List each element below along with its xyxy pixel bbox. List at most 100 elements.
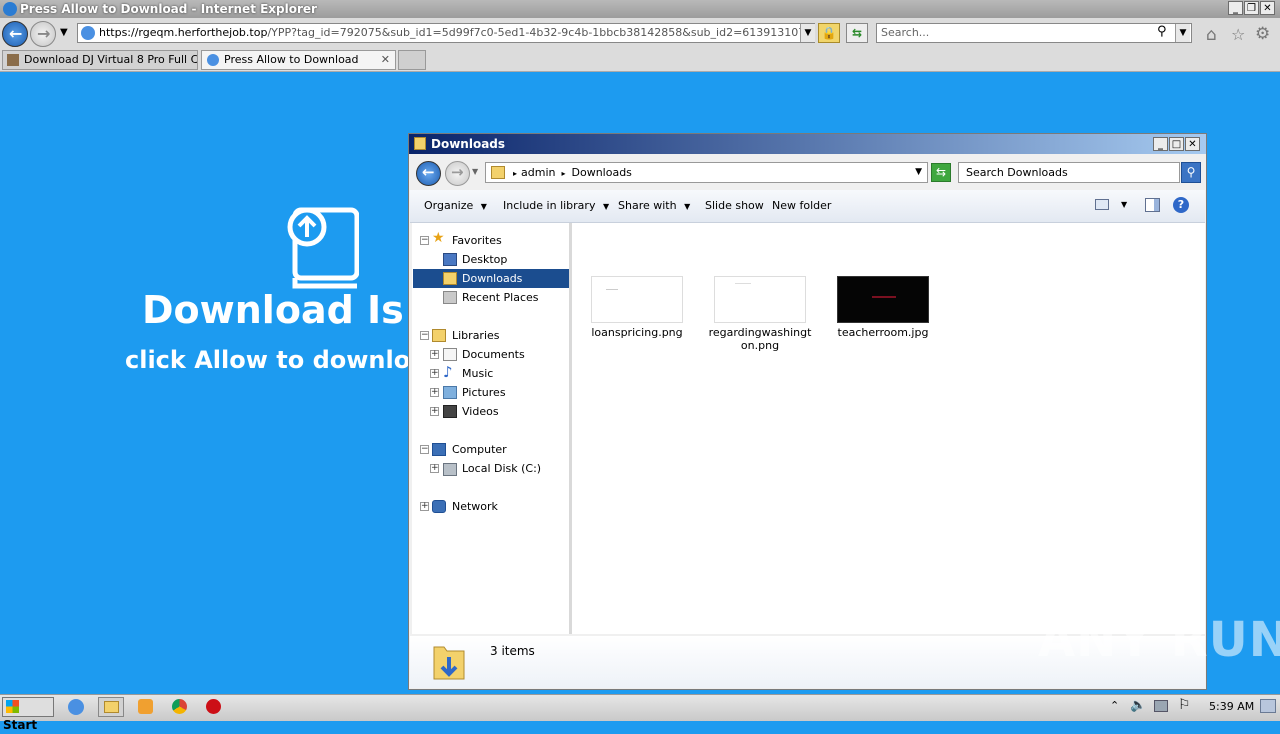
share-with-menu[interactable]: Share with ▼ [618,199,690,212]
change-view-icon[interactable] [1095,199,1109,210]
show-hidden-icons-button[interactable]: ⌃ [1110,699,1119,712]
expand-music-toggle[interactable]: + [430,369,439,378]
address-dropdown-icon[interactable]: ▼ [800,24,815,42]
explorer-window-title: Downloads [431,137,506,151]
tab-download-dj[interactable]: Download DJ Virtual 8 Pro Full C... [2,50,198,70]
network-tray-icon[interactable] [1154,700,1168,712]
libraries-icon [432,329,446,342]
nav-recent-places[interactable]: Recent Places [462,290,539,306]
file-name[interactable]: teacherroom.jpg [831,326,935,339]
collapse-libraries-toggle[interactable]: − [420,331,429,340]
tab-ie-icon [207,54,219,66]
downloads-folder-large-icon [432,641,466,681]
search-icon[interactable]: ⚲ [1157,24,1167,39]
help-icon[interactable]: ? [1173,197,1189,213]
slide-show-button[interactable]: Slide show [705,199,764,212]
restore-button[interactable]: ❐ [1244,1,1259,15]
taskbar-explorer-icon[interactable] [98,697,124,717]
file-thumbnail[interactable] [837,276,929,323]
explorer-address-bar[interactable]: ▸ admin ▸ Downloads ▼ [485,162,928,183]
file-thumbnail[interactable] [714,276,806,323]
nav-documents[interactable]: Documents [462,347,525,363]
taskbar-chrome-icon[interactable] [167,697,193,717]
explorer-search-placeholder: Search Downloads [966,166,1068,179]
view-options-dropdown-icon[interactable]: ▼ [1121,200,1127,209]
file-thumbnail[interactable] [591,276,683,323]
explorer-back-button[interactable]: ← [416,161,441,186]
forward-button[interactable]: → [30,21,56,47]
page-headline: Download Is R [142,288,447,332]
expand-local-disk-toggle[interactable]: + [430,464,439,473]
lock-icon[interactable]: 🔒 [818,23,840,43]
action-center-flag-icon[interactable]: ⚐ [1178,697,1191,713]
breadcrumb-admin[interactable]: admin [521,166,555,179]
explorer-minimize-button[interactable]: _ [1153,137,1168,151]
nav-network[interactable]: Network [452,499,498,515]
tools-gear-icon[interactable]: ⚙ [1255,24,1270,44]
minimize-button[interactable]: _ [1228,1,1243,15]
file-name[interactable]: regardingwashington.png [708,326,812,352]
explorer-close-button[interactable]: ✕ [1185,137,1200,151]
computer-icon [432,443,446,456]
refresh-icon[interactable]: ⇆ [846,23,868,43]
tab-press-allow[interactable]: Press Allow to Download ✕ [201,50,396,70]
close-tab-icon[interactable]: ✕ [381,51,390,69]
explorer-forward-button[interactable]: → [445,161,470,186]
recent-pages-dropdown-icon[interactable]: ▼ [60,27,68,38]
nav-pictures[interactable]: Pictures [462,385,506,401]
tab-label: Press Allow to Download [224,53,359,66]
network-icon [432,500,446,513]
address-bar[interactable]: https://rgeqm.herforthejob.top/YPP?tag_i… [77,23,815,43]
file-name[interactable]: loanspricing.png [585,326,689,339]
breadcrumb-downloads[interactable]: Downloads [572,166,632,179]
expand-pictures-toggle[interactable]: + [430,388,439,397]
taskbar-ie-icon[interactable] [63,697,89,717]
search-dropdown-icon[interactable]: ▼ [1175,24,1190,42]
browser-search-input[interactable]: Search... [876,23,1192,43]
downloads-folder-icon [443,272,457,285]
nav-downloads[interactable]: Downloads [462,271,522,287]
explorer-search-input[interactable]: Search Downloads [958,162,1180,183]
nav-favorites[interactable]: Favorites [452,233,502,249]
address-dropdown-icon[interactable]: ▼ [915,163,922,182]
nav-libraries[interactable]: Libraries [452,328,500,344]
expand-videos-toggle[interactable]: + [430,407,439,416]
explorer-maximize-button[interactable]: □ [1169,137,1184,151]
start-label: Start [3,718,38,732]
expand-documents-toggle[interactable]: + [430,350,439,359]
nav-local-disk[interactable]: Local Disk (C:) [462,461,541,477]
explorer-history-dropdown-icon[interactable]: ▼ [472,167,478,176]
include-in-library-menu[interactable]: Include in library ▼ [503,199,609,212]
system-clock[interactable]: 5:39 AM [1209,700,1254,713]
show-desktop-button[interactable] [1260,699,1276,713]
explorer-search-icon[interactable]: ⚲ [1181,162,1201,183]
expand-network-toggle[interactable]: + [420,502,429,511]
preview-pane-icon[interactable] [1145,198,1160,212]
taskbar-opera-icon[interactable] [201,697,227,717]
start-button[interactable]: Start [2,697,54,732]
search-placeholder: Search... [881,26,930,39]
back-button[interactable]: ← [2,21,28,47]
url-prefix: https://rgeqm. [99,26,178,39]
taskbar-media-player-icon[interactable] [133,697,159,717]
close-button[interactable]: ✕ [1260,1,1275,15]
explorer-refresh-icon[interactable]: ⇆ [931,163,951,182]
favorites-star-icon[interactable]: ☆ [1231,25,1245,44]
pictures-icon [443,386,457,399]
nav-computer[interactable]: Computer [452,442,507,458]
volume-icon[interactable]: 🔈 [1130,698,1146,713]
url-domain: herforthejob.top [177,26,268,39]
collapse-computer-toggle[interactable]: − [420,445,429,454]
nav-music[interactable]: Music [462,366,493,382]
tab-label: Download DJ Virtual 8 Pro Full C... [24,53,198,66]
url-path: /YPP?tag_id=792075&sub_id1=5d99f7c0-5ed1… [267,26,815,39]
documents-icon [443,348,457,361]
new-folder-button[interactable]: New folder [772,199,831,212]
new-tab-button[interactable] [398,50,426,70]
organize-menu[interactable]: Organize ▼ [424,199,487,212]
collapse-favorites-toggle[interactable]: − [420,236,429,245]
folder-icon [414,137,426,150]
home-icon[interactable]: ⌂ [1206,25,1217,45]
nav-videos[interactable]: Videos [462,404,499,420]
nav-desktop[interactable]: Desktop [462,252,507,268]
